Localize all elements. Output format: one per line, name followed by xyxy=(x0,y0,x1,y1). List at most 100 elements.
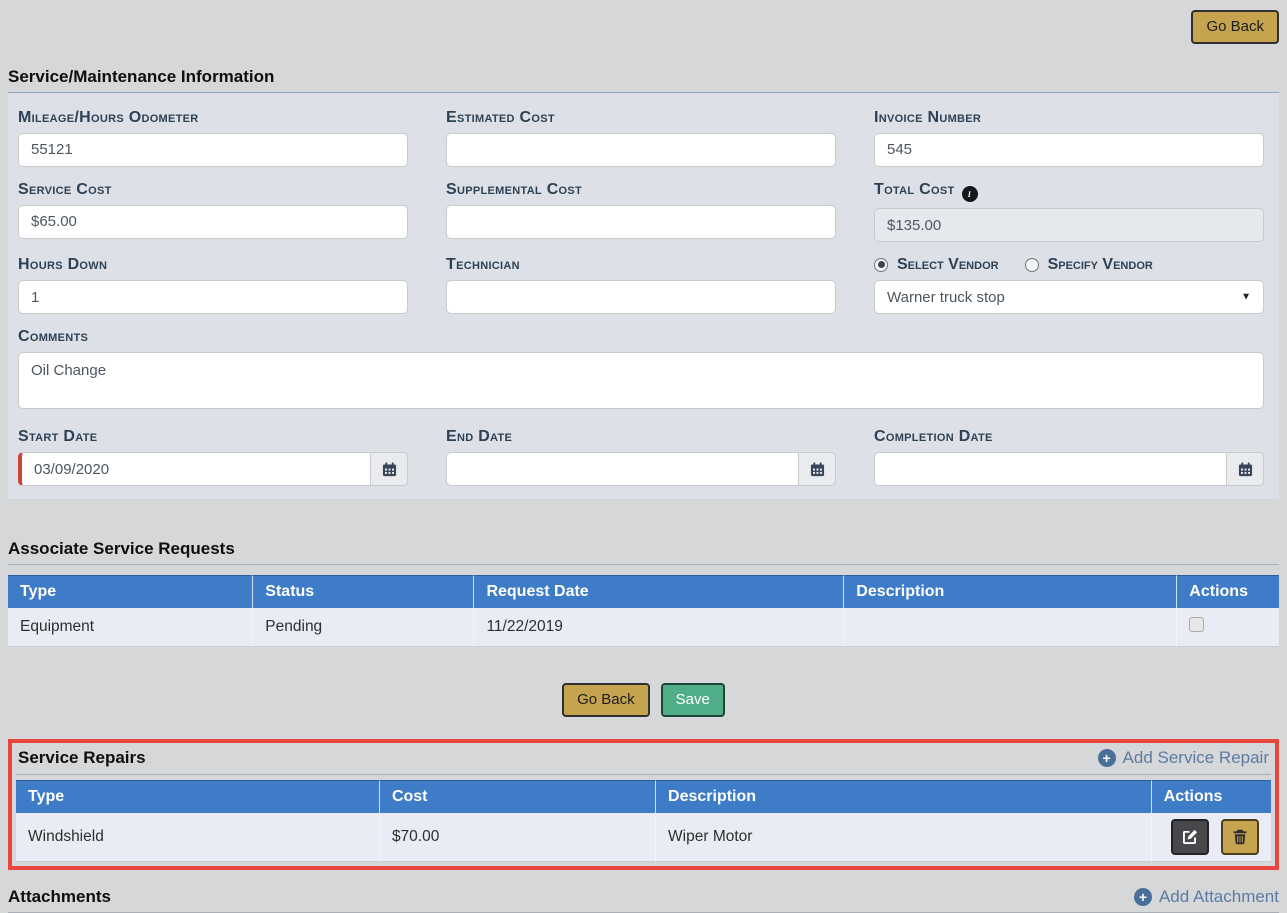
col-actions: Actions xyxy=(1152,780,1271,813)
estimated-cost-field-group: Estimated Cost xyxy=(446,108,836,167)
completion-date-field-group: Completion Date xyxy=(874,427,1264,486)
edit-icon xyxy=(1182,829,1198,845)
specify-vendor-radio-label: Specify Vendor xyxy=(1048,256,1153,274)
attachments-header: Attachments + Add Attachment xyxy=(8,885,1279,913)
col-description: Description xyxy=(656,780,1152,813)
mileage-input[interactable] xyxy=(18,133,408,167)
estimated-cost-input[interactable] xyxy=(446,133,836,167)
col-actions: Actions xyxy=(1177,575,1279,608)
col-type: Type xyxy=(8,575,253,608)
invoice-number-label: Invoice Number xyxy=(874,108,1264,127)
dates-grid: Start Date xyxy=(18,427,1264,486)
calendar-icon xyxy=(810,462,825,477)
end-date-label: End Date xyxy=(446,427,836,446)
associate-requests-header-row: Type Status Request Date Description Act… xyxy=(8,575,1279,608)
completion-date-group xyxy=(874,452,1264,486)
completion-date-input[interactable] xyxy=(874,452,1227,486)
info-icon[interactable]: i xyxy=(962,186,978,202)
start-date-input[interactable] xyxy=(18,452,371,486)
associate-requests-table: Type Status Request Date Description Act… xyxy=(8,575,1279,647)
supplemental-cost-label: Supplemental Cost xyxy=(446,180,836,199)
start-date-field-group: Start Date xyxy=(18,427,408,486)
comments-label: Comments xyxy=(18,327,1264,346)
end-date-field-group: End Date xyxy=(446,427,836,486)
supplemental-cost-input[interactable] xyxy=(446,205,836,239)
total-cost-label-text: Total Cost xyxy=(874,181,955,198)
total-cost-input xyxy=(874,208,1264,242)
specify-vendor-radio[interactable] xyxy=(1025,258,1039,272)
col-request-date: Request Date xyxy=(474,575,844,608)
invoice-number-field-group: Invoice Number xyxy=(874,108,1264,167)
trash-icon xyxy=(1232,829,1248,845)
repair-description-cell: Wiper Motor xyxy=(656,813,1152,862)
save-button[interactable]: Save xyxy=(661,683,725,717)
vendor-select-wrap: Warner truck stop ▼ xyxy=(874,280,1264,314)
request-type-cell: Equipment xyxy=(8,608,253,647)
calendar-icon xyxy=(1238,462,1253,477)
add-service-repair-label: Add Service Repair xyxy=(1123,748,1269,768)
go-back-button-top[interactable]: Go Back xyxy=(1191,10,1279,44)
supplemental-cost-field-group: Supplemental Cost xyxy=(446,180,836,243)
select-vendor-radio-label: Select Vendor xyxy=(897,256,999,274)
invoice-number-input[interactable] xyxy=(874,133,1264,167)
add-service-repair-link[interactable]: + Add Service Repair xyxy=(1098,748,1269,768)
comments-textarea[interactable]: Oil Change xyxy=(18,352,1264,409)
repair-type-cell: Windshield xyxy=(16,813,380,862)
service-info-panel: Mileage/Hours Odometer Estimated Cost In… xyxy=(8,93,1279,500)
page-title: Service/Maintenance Information xyxy=(8,67,274,87)
associate-requests-title: Associate Service Requests xyxy=(8,539,235,559)
estimated-cost-label: Estimated Cost xyxy=(446,108,836,127)
end-date-group xyxy=(446,452,836,486)
service-repairs-header: Service Repairs + Add Service Repair xyxy=(16,745,1271,775)
comments-field-group: Comments Oil Change xyxy=(18,327,1264,414)
topbar: Go Back xyxy=(8,0,1279,44)
go-back-button[interactable]: Go Back xyxy=(562,683,650,717)
table-row: Windshield $70.00 Wiper Motor xyxy=(16,813,1271,862)
start-date-group xyxy=(18,452,408,486)
end-date-input[interactable] xyxy=(446,452,799,486)
service-cost-field-group: Service Cost xyxy=(18,180,408,243)
service-repairs-title: Service Repairs xyxy=(18,748,146,768)
service-cost-label: Service Cost xyxy=(18,180,408,199)
hours-down-field-group: Hours Down xyxy=(18,255,408,314)
request-description-cell xyxy=(844,608,1177,647)
calendar-icon xyxy=(382,462,397,477)
mileage-label: Mileage/Hours Odometer xyxy=(18,108,408,127)
request-date-cell: 11/22/2019 xyxy=(474,608,844,647)
start-date-calendar-button[interactable] xyxy=(371,452,408,486)
request-status-cell: Pending xyxy=(253,608,474,647)
form-actions: Go Back Save xyxy=(8,683,1279,717)
service-cost-input[interactable] xyxy=(18,205,408,239)
completion-date-label: Completion Date xyxy=(874,427,1264,446)
select-vendor-radio[interactable] xyxy=(874,258,888,272)
hours-down-input[interactable] xyxy=(18,280,408,314)
total-cost-field-group: Total Cost i xyxy=(874,180,1264,243)
vendor-select[interactable]: Warner truck stop xyxy=(874,280,1264,314)
request-select-checkbox[interactable] xyxy=(1189,617,1204,632)
repair-cost-cell: $70.00 xyxy=(380,813,656,862)
total-cost-label: Total Cost i xyxy=(874,180,1264,203)
edit-repair-button[interactable] xyxy=(1171,819,1209,855)
plus-circle-icon: + xyxy=(1134,888,1152,906)
service-info-header: Service/Maintenance Information xyxy=(8,65,1279,93)
vendor-radio-row: Select Vendor Specify Vendor xyxy=(874,255,1264,274)
plus-circle-icon: + xyxy=(1098,749,1116,767)
technician-field-group: Technician xyxy=(446,255,836,314)
request-actions-cell xyxy=(1177,608,1279,647)
service-repairs-section: Service Repairs + Add Service Repair Typ… xyxy=(8,739,1279,870)
completion-date-calendar-button[interactable] xyxy=(1227,452,1264,486)
delete-repair-button[interactable] xyxy=(1221,819,1259,855)
mileage-field-group: Mileage/Hours Odometer xyxy=(18,108,408,167)
end-date-calendar-button[interactable] xyxy=(799,452,836,486)
technician-input[interactable] xyxy=(446,280,836,314)
col-status: Status xyxy=(253,575,474,608)
service-repairs-header-row: Type Cost Description Actions xyxy=(16,780,1271,813)
vendor-field-group: Select Vendor Specify Vendor Warner truc… xyxy=(874,255,1264,314)
start-date-label: Start Date xyxy=(18,427,408,446)
service-repairs-table: Type Cost Description Actions Windshield… xyxy=(16,780,1271,862)
table-row: Equipment Pending 11/22/2019 xyxy=(8,608,1279,647)
technician-label: Technician xyxy=(446,255,836,274)
repair-actions-cell xyxy=(1152,813,1271,862)
service-info-grid: Mileage/Hours Odometer Estimated Cost In… xyxy=(18,108,1264,328)
col-cost: Cost xyxy=(380,780,656,813)
